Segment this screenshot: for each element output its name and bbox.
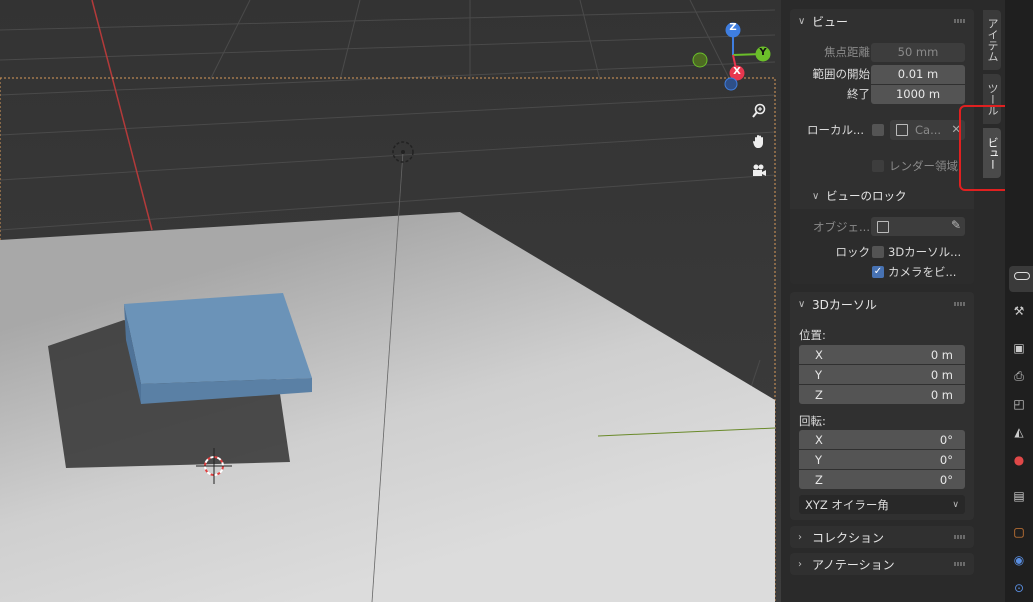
clip-start-label: 範囲の開始 xyxy=(812,67,871,81)
local-camera-label: ローカル... xyxy=(807,123,864,137)
world-properties-icon[interactable]: ● xyxy=(1011,452,1027,468)
clip-start-field[interactable]: 0.01 m xyxy=(871,64,965,84)
axis-label: Y xyxy=(815,367,823,382)
scene-properties-icon[interactable]: ◭ xyxy=(1011,424,1027,440)
rotation-mode-value: XYZ オイラー角 xyxy=(805,497,889,512)
output-properties-icon[interactable]: ⎙ xyxy=(1011,368,1027,384)
zoom-icon[interactable] xyxy=(748,100,770,122)
view-lock-header[interactable]: ∨ ビューのロック xyxy=(790,186,974,206)
lock-object-row: オブジェ... ✎ xyxy=(790,217,974,237)
focal-length-row: 焦点距離 50 mm xyxy=(790,42,974,62)
render-properties-icon[interactable]: ▣ xyxy=(1011,340,1027,356)
clip-start-row: 範囲の開始 0.01 m xyxy=(790,64,974,84)
tool-tab-active[interactable] xyxy=(1009,266,1033,292)
clip-end-label: 終了 xyxy=(847,87,870,101)
physics-properties-icon[interactable]: ◉ xyxy=(1011,552,1027,568)
rotation-label: 回転: xyxy=(799,414,826,428)
axis-value: 0° xyxy=(939,432,953,447)
lock-to-cursor-checkbox[interactable] xyxy=(872,246,884,258)
drag-grip-icon[interactable] xyxy=(954,19,966,23)
collection-properties-icon[interactable]: ▤ xyxy=(1011,488,1027,504)
local-camera-checkbox[interactable] xyxy=(872,124,884,136)
location-x-field[interactable]: X 0 m xyxy=(799,345,965,364)
axis-label: X xyxy=(815,347,823,362)
drag-grip-icon[interactable] xyxy=(954,562,966,566)
drag-grip-icon[interactable] xyxy=(954,535,966,539)
object-icon xyxy=(877,221,889,233)
camera-to-view-label: カメラをビ... xyxy=(888,265,957,279)
chevron-down-icon: ∨ xyxy=(798,298,806,310)
view-lock-title: ビューのロック xyxy=(826,189,907,203)
camera-to-view-row: ✓ カメラをビ... xyxy=(790,262,974,282)
drag-grip-icon[interactable] xyxy=(954,302,966,306)
axis-value: 0 m xyxy=(930,367,953,382)
axis-value: 0° xyxy=(939,452,953,467)
annotation-panel[interactable]: › アノテーション xyxy=(790,553,974,575)
axis-value: 0 m xyxy=(930,387,953,402)
gizmo-x-label: X xyxy=(733,66,741,77)
annotation-panel-header[interactable]: › アノテーション xyxy=(790,553,974,575)
lock-cursor-row: ロック 3Dカーソル... xyxy=(790,242,974,262)
camera-object-icon xyxy=(896,124,908,136)
sidebar-tabs: アイテム ツール ビュー xyxy=(981,0,1005,602)
location-label: 位置: xyxy=(799,328,826,342)
clip-end-row: 終了 1000 m xyxy=(790,84,974,104)
gizmo-y-label: Y xyxy=(759,47,767,58)
chevron-right-icon: › xyxy=(798,558,802,570)
pan-hand-icon[interactable] xyxy=(748,130,770,152)
eyedropper-icon[interactable]: ✎ xyxy=(951,218,961,232)
view-layer-icon[interactable]: ◰ xyxy=(1011,396,1027,412)
local-camera-row: ローカル... Ca... ✕ xyxy=(790,120,974,140)
chevron-down-icon: ∨ xyxy=(798,15,806,27)
collection-panel-header[interactable]: › コレクション xyxy=(790,526,974,548)
focal-length-label: 焦点距離 xyxy=(824,45,870,59)
axis-label: X xyxy=(815,432,823,447)
camera-to-view-checkbox[interactable]: ✓ xyxy=(872,266,884,278)
toggle-icon xyxy=(1014,272,1030,280)
location-y-field[interactable]: Y 0 m xyxy=(799,365,965,384)
view-lock-subpanel: オブジェ... ✎ ロック 3Dカーソル... ✓ カメラをビ... xyxy=(790,209,974,284)
local-camera-field[interactable]: Ca... ✕ xyxy=(890,120,965,140)
3d-cursor-panel: ∨ 3Dカーソル 位置: X 0 m Y 0 m Z 0 m 回転: X 0° … xyxy=(790,292,974,520)
sidebar-n-panel: ∨ ビュー 焦点距離 50 mm 範囲の開始 0.01 m 終了 1000 m … xyxy=(781,0,981,602)
lock-label: ロック xyxy=(835,245,871,259)
focal-length-field[interactable]: 50 mm xyxy=(871,42,965,62)
object-properties-icon[interactable]: ▢ xyxy=(1011,524,1027,540)
render-region-checkbox[interactable] xyxy=(872,160,884,172)
render-region-row: レンダー領域 xyxy=(790,156,974,176)
chevron-right-icon: › xyxy=(798,531,802,543)
rotation-x-field[interactable]: X 0° xyxy=(799,430,965,449)
3d-cursor-panel-header[interactable]: ∨ 3Dカーソル xyxy=(790,292,974,316)
gizmo-z-label: Z xyxy=(729,22,737,33)
annotation-panel-title: アノテーション xyxy=(812,557,895,572)
constraint-properties-icon[interactable]: ⊙ xyxy=(1011,580,1027,596)
camera-view-icon[interactable] xyxy=(748,160,770,182)
axis-label: Y xyxy=(815,452,823,467)
axis-label: Z xyxy=(815,472,823,487)
lock-object-label: オブジェ... xyxy=(813,220,870,234)
properties-editor-strip: ⚒ ▣ ⎙ ◰ ◭ ● ▤ ▢ ◉ ⊙ xyxy=(1005,0,1033,602)
clip-end-field[interactable]: 1000 m xyxy=(871,84,965,104)
chevron-down-icon: ∨ xyxy=(812,190,820,202)
location-z-field[interactable]: Z 0 m xyxy=(799,385,965,404)
chevron-down-icon: ∨ xyxy=(952,499,959,510)
tab-item[interactable]: アイテム xyxy=(983,10,1001,70)
3d-cursor-panel-title: 3Dカーソル xyxy=(812,297,877,312)
view-panel-header[interactable]: ∨ ビュー xyxy=(790,9,974,33)
render-region-label: レンダー領域 xyxy=(889,159,958,173)
axis-label: Z xyxy=(815,387,823,402)
axis-value: 0 m xyxy=(930,347,953,362)
view-panel: ∨ ビュー 焦点距離 50 mm 範囲の開始 0.01 m 終了 1000 m … xyxy=(790,9,974,284)
collection-panel[interactable]: › コレクション xyxy=(790,526,974,548)
rotation-z-field[interactable]: Z 0° xyxy=(799,470,965,489)
lock-to-cursor-label: 3Dカーソル... xyxy=(888,245,962,259)
local-camera-value: Ca... xyxy=(915,123,942,137)
collection-panel-title: コレクション xyxy=(812,530,885,545)
view-panel-title: ビュー xyxy=(812,14,849,29)
wrench-tool-icon[interactable]: ⚒ xyxy=(1011,303,1027,319)
axis-value: 0° xyxy=(939,472,953,487)
lock-object-field[interactable]: ✎ xyxy=(871,217,965,236)
rotation-mode-dropdown[interactable]: XYZ オイラー角 ∨ xyxy=(799,495,965,514)
rotation-y-field[interactable]: Y 0° xyxy=(799,450,965,469)
